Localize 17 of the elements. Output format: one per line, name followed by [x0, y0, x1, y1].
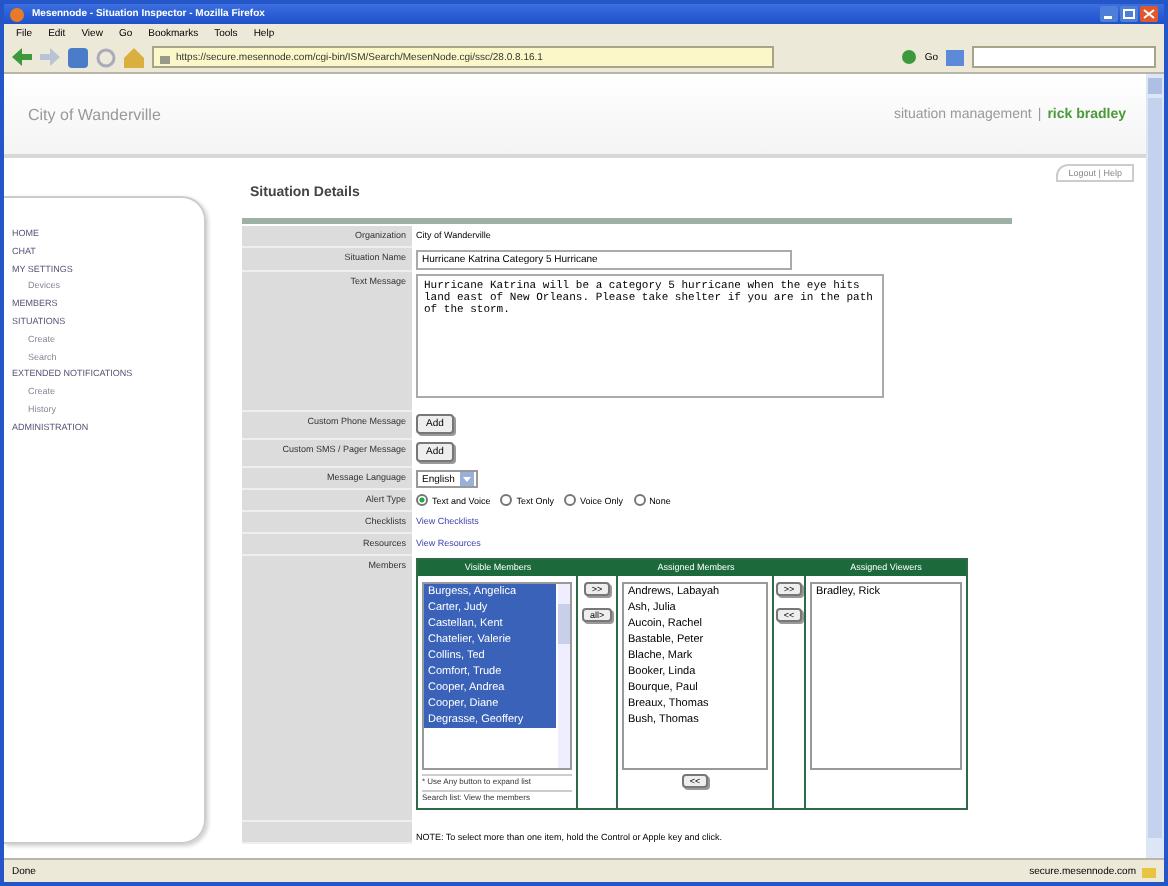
- close-icon[interactable]: [1140, 6, 1158, 22]
- organization-name: City of Wanderville: [28, 105, 161, 123]
- reload-icon[interactable]: [68, 47, 88, 67]
- app-icon: [10, 7, 24, 21]
- lock-icon: [160, 51, 170, 63]
- stop-icon[interactable]: [96, 47, 116, 67]
- padlock-icon: [1142, 864, 1156, 878]
- radio-button[interactable]: [500, 494, 513, 506]
- radio-button[interactable]: [633, 494, 646, 506]
- dropdown-arrow-icon: [460, 472, 475, 486]
- back-arrow-icon[interactable]: [12, 48, 32, 66]
- radio-button[interactable]: [564, 494, 577, 506]
- minimize-icon[interactable]: [1100, 6, 1118, 22]
- radio-button[interactable]: [416, 494, 428, 506]
- go-icon[interactable]: [902, 50, 917, 64]
- search-field[interactable]: [972, 46, 1156, 68]
- maximize-icon[interactable]: [1120, 6, 1138, 22]
